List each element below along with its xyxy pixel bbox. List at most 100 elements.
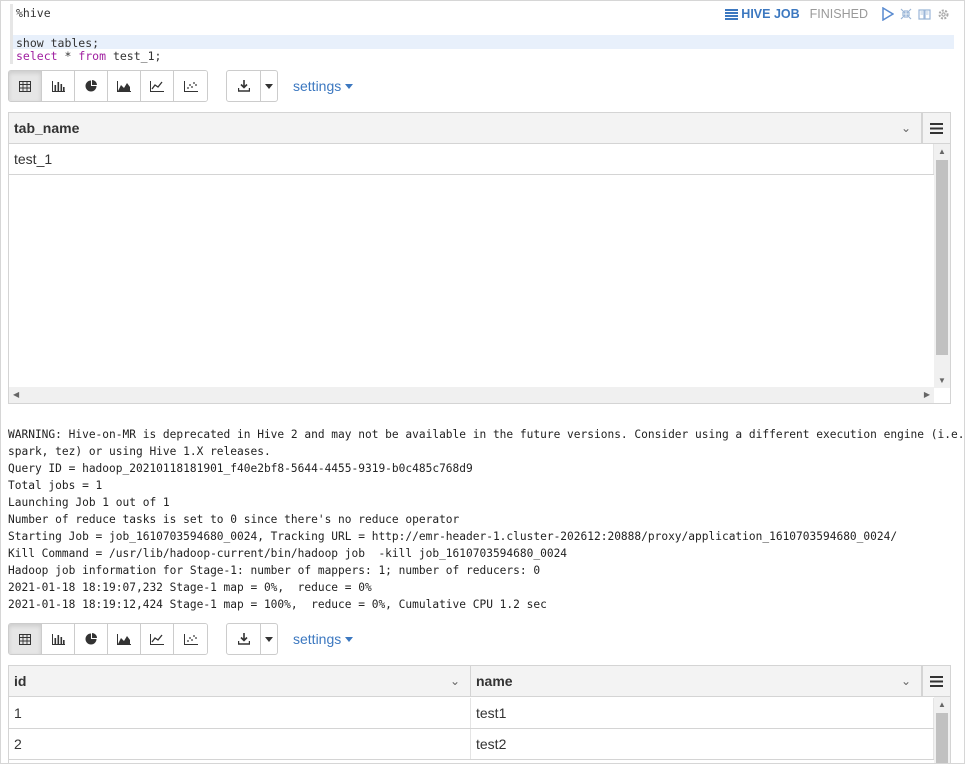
column-header-tab-name[interactable]: tab_name ⌄	[9, 113, 922, 144]
scroll-up-icon[interactable]: ▲	[938, 147, 946, 156]
log-line: Hadoop job information for Stage-1: numb…	[8, 564, 541, 577]
line-chart-button[interactable]	[141, 624, 174, 654]
keyword-select: select	[16, 49, 58, 63]
visualization-buttons	[8, 70, 208, 102]
active-line-highlight	[13, 35, 954, 49]
column-header-name[interactable]: name ⌄	[471, 666, 922, 697]
scatter-chart-button[interactable]	[174, 71, 207, 101]
visualization-buttons	[8, 623, 208, 655]
scatter-chart-button[interactable]	[174, 624, 207, 654]
keyword-from: from	[78, 49, 107, 63]
table-icon	[19, 633, 31, 645]
table-cell[interactable]: 2	[9, 729, 471, 759]
chevron-down-icon	[345, 636, 354, 642]
settings-dropdown[interactable]: settings	[293, 631, 354, 647]
settings-dropdown[interactable]: settings	[293, 78, 354, 94]
line-chart-icon	[150, 633, 164, 645]
table-row: 2 test2	[9, 729, 934, 760]
bar-chart-button[interactable]	[42, 624, 75, 654]
log-line: Query ID = hadoop_20210118181901_f40e2bf…	[8, 462, 473, 475]
hamburger-icon	[930, 675, 943, 687]
pie-chart-button[interactable]	[75, 624, 108, 654]
result-table-2: id ⌄ name ⌄ 1 test1 2 test2 ▲	[8, 665, 951, 763]
download-button[interactable]	[227, 624, 260, 654]
table-row: 1 test1	[9, 698, 934, 729]
run-icon[interactable]	[882, 7, 894, 21]
download-dropdown-button[interactable]	[260, 624, 277, 654]
chevron-down-icon[interactable]: ⌄	[450, 666, 460, 697]
result-toolbar-2: settings	[8, 623, 354, 655]
table-cell[interactable]: test_1	[9, 144, 934, 174]
download-dropdown-button[interactable]	[260, 71, 277, 101]
log-line: spark, tez) or using Hive 1.X releases.	[8, 445, 271, 458]
horizontal-scrollbar[interactable]: ◀ ▶	[9, 387, 934, 403]
pie-chart-icon	[85, 80, 97, 92]
scrollbar-thumb[interactable]	[936, 713, 948, 763]
log-line: Number of reduce tasks is set to 0 since…	[8, 513, 460, 526]
gear-icon[interactable]	[937, 8, 950, 21]
log-line: WARNING: Hive-on-MR is deprecated in Hiv…	[8, 428, 965, 441]
scroll-down-icon[interactable]: ▼	[938, 376, 946, 385]
bar-chart-icon	[51, 633, 65, 645]
table-view-button[interactable]	[9, 71, 42, 101]
table-cell[interactable]: test1	[471, 698, 934, 728]
log-line: Kill Command = /usr/lib/hadoop-current/b…	[8, 547, 568, 560]
vertical-scrollbar[interactable]: ▲ ▼	[934, 144, 950, 388]
vertical-scrollbar[interactable]: ▲	[934, 697, 950, 763]
line-chart-icon	[150, 80, 164, 92]
collapse-icon[interactable]	[900, 8, 912, 20]
result-toolbar-1: settings	[8, 70, 354, 102]
settings-label: settings	[293, 78, 342, 94]
log-line: 2021-01-18 18:19:12,424 Stage-1 map = 10…	[8, 598, 547, 611]
scrollbar-thumb[interactable]	[936, 160, 948, 355]
log-line: Starting Job = job_1610703594680_0024, T…	[8, 530, 898, 543]
pie-chart-button[interactable]	[75, 71, 108, 101]
grid-menu-button[interactable]	[922, 666, 950, 696]
zeppelin-paragraph: %hive show tables; select * from test_1;…	[0, 0, 965, 764]
scroll-right-icon[interactable]: ▶	[924, 390, 930, 399]
line-chart-button[interactable]	[141, 71, 174, 101]
log-line: Launching Job 1 out of 1	[8, 496, 170, 509]
column-header-id[interactable]: id ⌄	[9, 666, 471, 697]
chevron-down-icon	[265, 83, 273, 89]
job-list-icon	[725, 8, 739, 20]
area-chart-button[interactable]	[108, 71, 141, 101]
column-header-label: name	[476, 673, 513, 689]
table-header: tab_name ⌄	[9, 113, 950, 144]
table-cell[interactable]: 1	[9, 698, 471, 728]
area-chart-button[interactable]	[108, 624, 141, 654]
scroll-left-icon[interactable]: ◀	[13, 390, 19, 399]
table-row: test_1	[9, 144, 934, 175]
bar-chart-button[interactable]	[42, 71, 75, 101]
column-header-label: tab_name	[14, 120, 80, 136]
paragraph-controls: HIVE JOB FINISHED	[725, 7, 950, 21]
chevron-down-icon	[345, 83, 354, 89]
settings-label: settings	[293, 631, 342, 647]
hamburger-icon	[930, 122, 943, 134]
download-icon	[237, 80, 250, 92]
status-label: FINISHED	[809, 7, 868, 21]
download-button[interactable]	[227, 71, 260, 101]
download-group	[226, 70, 278, 102]
hive-job-label: HIVE JOB	[741, 7, 800, 21]
chevron-down-icon[interactable]: ⌄	[901, 113, 911, 144]
chevron-down-icon	[265, 636, 273, 642]
grid-menu-button[interactable]	[922, 113, 950, 143]
area-chart-icon	[117, 633, 131, 645]
hive-job-link[interactable]: HIVE JOB	[725, 7, 800, 21]
execution-log: WARNING: Hive-on-MR is deprecated in Hiv…	[8, 426, 965, 613]
table-cell[interactable]: test2	[471, 729, 934, 759]
book-icon[interactable]	[918, 8, 931, 20]
scroll-up-icon[interactable]: ▲	[938, 700, 946, 709]
chevron-down-icon[interactable]: ⌄	[901, 666, 911, 697]
table-icon	[19, 80, 31, 92]
column-header-label: id	[14, 673, 27, 689]
download-icon	[237, 633, 250, 645]
code-line-1: %hive	[16, 6, 51, 20]
pie-chart-icon	[85, 633, 97, 645]
code-text: test_1;	[106, 49, 162, 63]
log-line: 2021-01-18 18:19:07,232 Stage-1 map = 0%…	[8, 581, 372, 594]
area-chart-icon	[117, 80, 131, 92]
table-view-button[interactable]	[9, 624, 42, 654]
code-line-4: select * from test_1;	[16, 49, 161, 64]
